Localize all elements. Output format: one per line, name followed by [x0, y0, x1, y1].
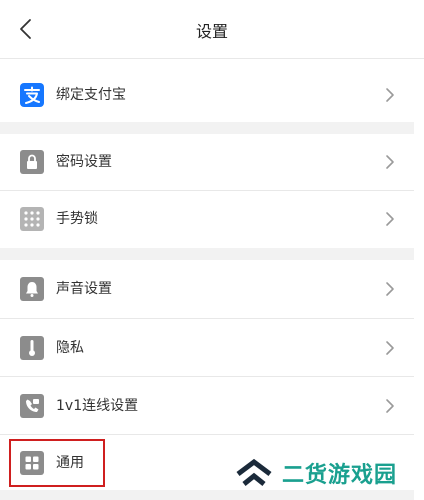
- chevron-right-icon: [386, 212, 394, 226]
- bell-icon: [20, 277, 44, 301]
- settings-item-label: 手势锁: [56, 211, 98, 227]
- chevron-up-double-icon: [236, 458, 272, 486]
- settings-item-sound[interactable]: 声音设置: [0, 262, 414, 316]
- row-divider: [0, 434, 414, 435]
- settings-item-label: 1v1连线设置: [56, 398, 139, 414]
- bottom-spacer: [0, 490, 414, 500]
- top-bar: 设置: [0, 0, 424, 58]
- settings-item-label: 声音设置: [56, 281, 112, 297]
- section-spacer: [0, 248, 414, 260]
- lock-icon: [20, 150, 44, 174]
- chevron-right-icon: [386, 88, 394, 102]
- settings-item-bind-alipay[interactable]: 绑定支付宝: [0, 70, 414, 120]
- page-title: 设置: [195, 22, 228, 41]
- row-divider: [0, 376, 414, 377]
- video-call-icon: [20, 394, 44, 418]
- chevron-right-icon: [386, 341, 394, 355]
- alipay-icon: [20, 83, 44, 107]
- settings-item-label: 绑定支付宝: [56, 87, 126, 103]
- settings-item-privacy[interactable]: 隐私: [0, 320, 414, 376]
- gesture-grid-icon: [20, 207, 44, 231]
- section-spacer: [0, 122, 414, 134]
- settings-item-label: 隐私: [56, 340, 84, 356]
- watermark-text: 二货游戏园: [282, 463, 398, 488]
- watermark: 二货游戏园: [232, 455, 397, 491]
- highlight-box: [9, 439, 105, 487]
- chevron-right-icon: [386, 399, 394, 413]
- row-divider: [0, 318, 414, 319]
- settings-item-label: 密码设置: [56, 154, 112, 170]
- settings-item-password[interactable]: 密码设置: [0, 136, 414, 188]
- thermometer-icon: [20, 336, 44, 360]
- settings-item-1v1-call[interactable]: 1v1连线设置: [0, 378, 414, 434]
- chevron-right-icon: [386, 282, 394, 296]
- settings-item-gesture-lock[interactable]: 手势锁: [0, 192, 414, 246]
- row-divider: [0, 190, 414, 191]
- chevron-right-icon: [386, 155, 394, 169]
- header-divider: [0, 58, 424, 59]
